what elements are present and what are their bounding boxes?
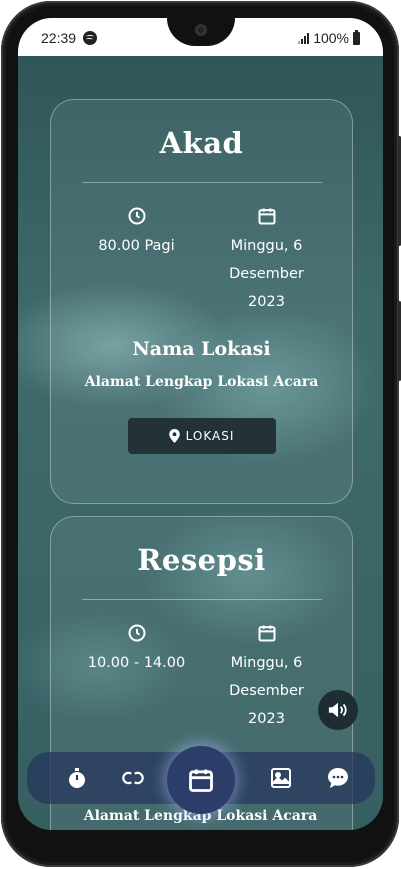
status-right: 100%	[298, 29, 360, 46]
chat-icon	[328, 768, 348, 788]
resepsi-title: Resepsi	[137, 543, 266, 577]
nav-countdown[interactable]	[57, 752, 97, 804]
akad-title: Akad	[159, 126, 244, 160]
akad-time-text: 80.00 Pagi	[98, 238, 175, 254]
akad-time: 80.00 Pagi	[82, 206, 192, 316]
resepsi-time-text: 10.00 - 14.00	[87, 655, 186, 671]
resepsi-date: Minggu, 6 Desember 2023	[212, 623, 322, 733]
stopwatch-icon	[69, 768, 85, 788]
akad-divider	[81, 182, 322, 183]
nav-event-active[interactable]	[167, 746, 235, 814]
speaker-icon	[328, 702, 347, 718]
resepsi-time: 10.00 - 14.00	[82, 623, 192, 733]
nav-gallery[interactable]	[261, 752, 301, 804]
resepsi-date-text: Minggu, 6 Desember 2023	[229, 655, 304, 727]
map-pin-icon	[168, 429, 180, 443]
status-time: 22:39	[41, 30, 77, 46]
gallery-icon	[271, 768, 291, 788]
signal-icon	[298, 32, 310, 44]
spotify-icon	[83, 31, 97, 45]
couple-icon	[122, 771, 144, 785]
akad-info-row: 80.00 Pagi Minggu, 6 Desember 2023	[82, 206, 322, 316]
front-camera	[195, 24, 207, 36]
screen: 22:39 100% Akad 80.00 Pagi Minggu, 6 Des…	[18, 18, 383, 830]
akad-location-button-label: LOKASI	[185, 429, 235, 443]
battery-percent: 100%	[313, 30, 349, 46]
nav-comments[interactable]	[318, 752, 358, 804]
resepsi-info-row: 10.00 - 14.00 Minggu, 6 Desember 2023	[82, 623, 322, 733]
akad-location-name: Nama Lokasi	[132, 338, 271, 360]
calendar-icon	[258, 208, 275, 225]
clock-icon	[128, 207, 145, 225]
nav-couple[interactable]	[113, 752, 153, 804]
calendar-icon	[189, 769, 213, 792]
music-toggle-button[interactable]	[318, 690, 358, 730]
akad-date-text: Minggu, 6 Desember 2023	[229, 238, 304, 310]
akad-location-button[interactable]: LOKASI	[127, 418, 276, 454]
clock-icon	[128, 624, 145, 642]
calendar-icon	[258, 625, 275, 642]
phone-frame: 22:39 100% Akad 80.00 Pagi Minggu, 6 Des…	[1, 1, 401, 867]
akad-card: Akad 80.00 Pagi Minggu, 6 Desember 2023 …	[50, 99, 353, 504]
akad-address: Alamat Lengkap Lokasi Acara	[84, 374, 319, 390]
battery-icon	[353, 29, 360, 45]
akad-date: Minggu, 6 Desember 2023	[212, 206, 322, 316]
resepsi-divider	[81, 599, 322, 600]
